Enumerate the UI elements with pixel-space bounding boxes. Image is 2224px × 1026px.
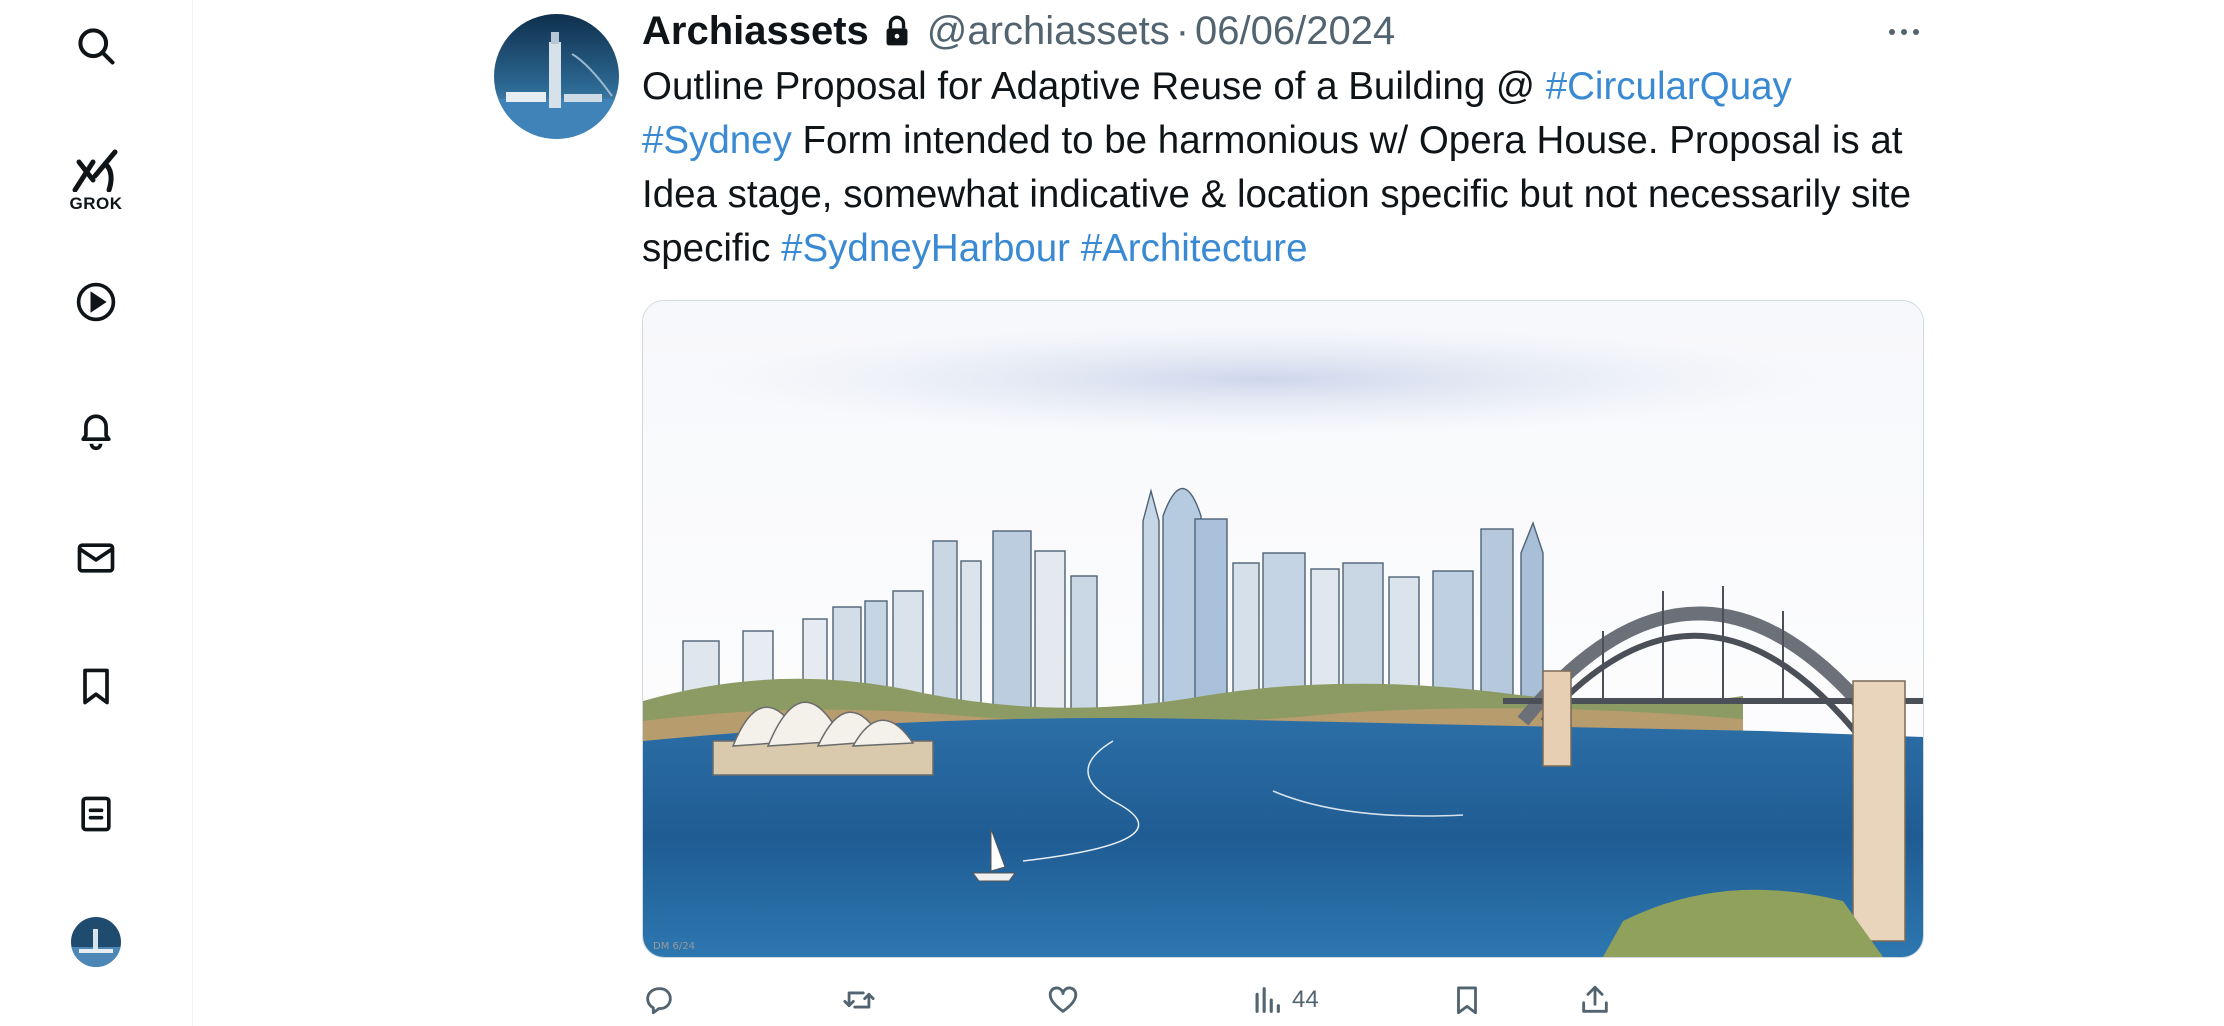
bell-icon	[81, 414, 111, 451]
tweet-text-part: Outline Proposal for Adaptive Reuse of a…	[642, 65, 1546, 108]
separator-dot: ·	[1175, 8, 1190, 53]
hashtag-link[interactable]: #Architecture	[1081, 227, 1308, 270]
author-avatar[interactable]	[494, 14, 619, 139]
like-button[interactable]	[1046, 980, 1080, 1020]
nav-bookmarks[interactable]	[62, 652, 130, 720]
tweet-media-image[interactable]: DM 6/24	[642, 300, 1924, 958]
grok-label: GROK	[69, 194, 123, 213]
tweet-timestamp[interactable]: 06/06/2024	[1195, 9, 1395, 54]
hashtag-link[interactable]: #SydneyHarbour	[781, 227, 1070, 270]
retweet-icon	[843, 991, 875, 1009]
hashtag-link[interactable]: #Sydney	[642, 119, 792, 162]
tweet-actions: 44	[642, 976, 1932, 1026]
retweet-button[interactable]	[842, 980, 876, 1020]
display-name[interactable]: Archiassets	[642, 9, 869, 54]
tweet-text: Outline Proposal for Adaptive Reuse of a…	[642, 60, 1932, 276]
author-handle[interactable]: @archiassets	[927, 9, 1170, 54]
tweet-header: Archiassets @archiassets · 06/06/2024	[642, 6, 1395, 56]
bookmark-icon	[83, 668, 109, 705]
heart-icon	[1048, 986, 1078, 1013]
lock-icon	[886, 15, 908, 46]
more-options-button[interactable]	[1880, 12, 1928, 52]
nav-messages[interactable]	[62, 524, 130, 592]
reply-icon	[646, 987, 672, 1015]
more-horizontal-icon	[1889, 29, 1919, 35]
sidebar: GROK	[0, 0, 193, 1026]
views-icon	[1255, 987, 1280, 1013]
profile-avatar[interactable]	[71, 917, 121, 967]
hashtag-link[interactable]: #CircularQuay	[1546, 65, 1792, 108]
bookmark-button[interactable]	[1450, 980, 1484, 1020]
nav-videos[interactable]	[62, 268, 130, 336]
reply-button[interactable]	[642, 980, 676, 1020]
share-button[interactable]	[1578, 980, 1612, 1020]
sydney-harbour-sketch: DM 6/24	[643, 301, 1923, 957]
mail-icon	[77, 543, 115, 573]
views-button[interactable]: 44	[1250, 980, 1319, 1020]
search-icon	[78, 28, 115, 65]
nav-notifications[interactable]	[62, 396, 130, 464]
artist-signature: DM 6/24	[653, 941, 695, 952]
share-icon	[1582, 985, 1608, 1013]
nav-search[interactable]	[62, 12, 130, 80]
play-circle-icon	[76, 282, 116, 322]
nav-grok[interactable]: GROK	[62, 138, 130, 222]
nav-lists[interactable]	[62, 780, 130, 848]
bookmark-icon	[1457, 986, 1477, 1015]
grok-logo: GROK	[70, 146, 123, 214]
views-count: 44	[1292, 986, 1319, 1013]
grok-icon	[72, 149, 118, 192]
list-document-icon	[81, 796, 111, 832]
